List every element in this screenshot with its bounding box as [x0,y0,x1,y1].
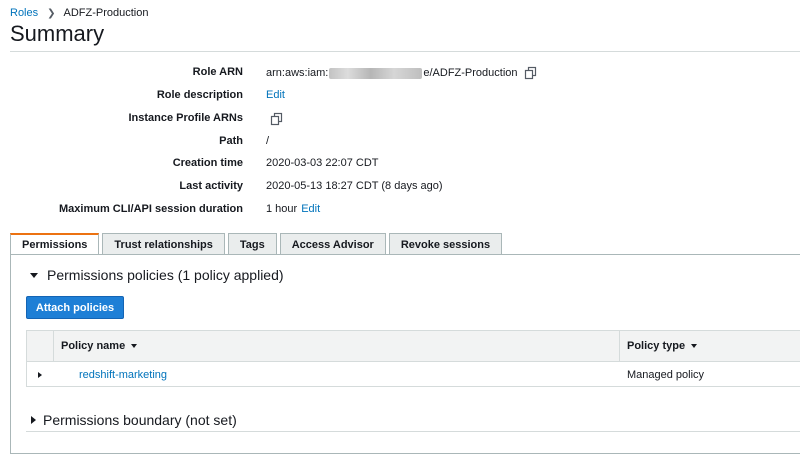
max-session-label: Maximum CLI/API session duration [59,203,243,215]
path-value: / [266,135,270,147]
max-session-value: 1 hour [266,203,298,215]
role-description-label: Role description [156,89,243,101]
instance-profile-label: Instance Profile ARNs [128,112,243,124]
caret-right-icon [31,416,36,424]
title-divider [10,51,800,52]
role-description-row: Role description Edit [0,89,800,105]
tab-revoke-sessions[interactable]: Revoke sessions [388,233,503,255]
breadcrumb-separator-icon: ❯ [47,7,56,19]
policy-name-link[interactable]: redshift-marketing [79,369,167,381]
breadcrumb-roles-link[interactable]: Roles [10,7,38,19]
section-divider [26,431,800,432]
path-row: Path / [0,135,800,151]
policies-table-header: Policy name Policy type [27,331,800,362]
role-tabs: Permissions Trust relationships Tags Acc… [10,233,505,255]
sort-caret-icon [691,344,698,348]
creation-time-row: Creation time 2020-03-03 22:07 CDT [0,157,800,173]
last-activity-row: Last activity 2020-05-13 18:27 CDT (8 da… [0,180,800,196]
policy-type-cell: Managed policy [627,368,705,381]
permissions-boundary-title: Permissions boundary (not set) [43,412,237,428]
tab-trust-relationships[interactable]: Trust relationships [102,233,225,255]
row-expand-toggle[interactable] [38,362,42,387]
last-activity-label: Last activity [179,180,243,192]
attach-policies-button[interactable]: Attach policies [26,296,124,319]
creation-time-value: 2020-03-03 22:07 CDT [266,157,379,169]
policy-name-column-header[interactable]: Policy name [61,331,138,361]
max-session-row: Maximum CLI/API session duration 1 hour … [0,203,800,219]
table-row: redshift-marketing Managed policy [27,362,800,387]
copy-icon[interactable] [270,112,284,126]
policy-type-column-header[interactable]: Policy type [627,331,698,361]
instance-profile-row: Instance Profile ARNs [0,112,800,128]
role-arn-prefix: arn:aws:iam: [266,67,329,79]
permissions-boundary-toggle[interactable]: Permissions boundary (not set) [31,412,237,428]
column-divider [53,331,54,361]
page-title: Summary [10,21,105,46]
caret-right-icon [38,371,42,378]
role-arn-suffix: e/ADFZ-Production [423,67,518,79]
path-label: Path [219,135,243,147]
creation-time-label: Creation time [172,157,243,169]
permissions-policies-title: Permissions policies (1 policy applied) [47,267,284,283]
breadcrumb: Roles ❯ ADFZ-Production [10,7,149,19]
sort-caret-icon [131,344,138,348]
role-arn-row: Role ARN arn:aws:iam: e/ADFZ-Production [0,66,800,82]
caret-down-icon [30,272,38,278]
tab-access-advisor[interactable]: Access Advisor [279,233,386,255]
permissions-policies-toggle[interactable]: Permissions policies (1 policy applied) [30,267,284,283]
last-activity-value: 2020-05-13 18:27 CDT (8 days ago) [266,180,443,192]
redacted-account-id [329,67,423,79]
column-divider [619,331,620,361]
policies-table: Policy name Policy type redshift-marketi… [26,330,800,387]
breadcrumb-current: ADFZ-Production [63,7,149,19]
tab-tags[interactable]: Tags [227,233,277,255]
role-arn-value: arn:aws:iam: e/ADFZ-Production [266,66,538,80]
policy-name-header-label: Policy name [61,340,126,352]
copy-icon[interactable] [524,66,538,80]
role-description-edit-link[interactable]: Edit [266,89,285,101]
policy-type-header-label: Policy type [627,340,686,352]
max-session-edit-link[interactable]: Edit [301,203,320,215]
tab-permissions[interactable]: Permissions [10,233,100,255]
role-arn-label: Role ARN [192,66,243,78]
